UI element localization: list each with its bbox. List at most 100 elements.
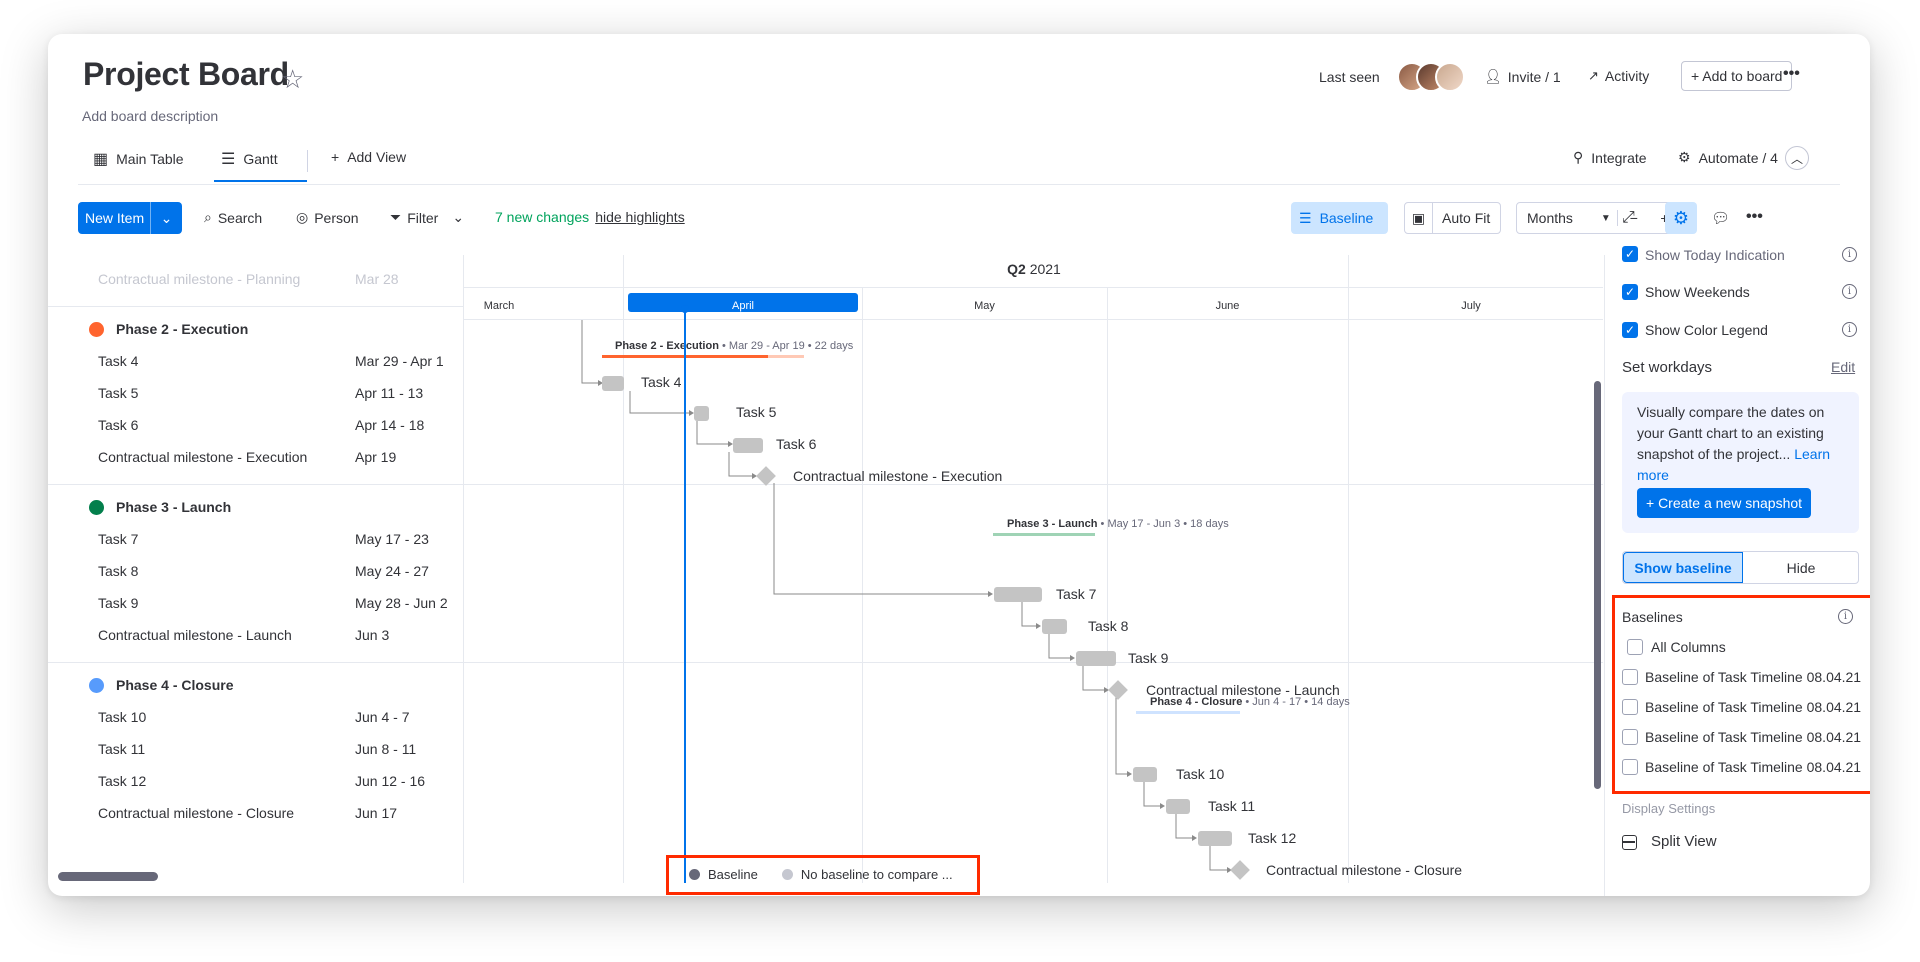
new-item-button[interactable]: New Item ⌄ (78, 202, 182, 234)
task-bar[interactable] (1198, 831, 1232, 846)
show-color-legend-checkbox[interactable]: ✓ (1622, 322, 1638, 338)
list-item[interactable]: Contractual milestone - Execution (98, 449, 307, 465)
header-divider (78, 184, 1840, 185)
list-item[interactable]: Task 5 (98, 385, 138, 401)
avatar[interactable] (1435, 62, 1465, 92)
today-marker (681, 305, 689, 313)
baseline-info-card: Visually compare the dates on your Gantt… (1622, 392, 1859, 533)
info-icon[interactable]: i (1842, 284, 1857, 299)
group-color-dot (89, 321, 104, 337)
edit-workdays-link[interactable]: Edit (1831, 359, 1855, 375)
collapse-icon[interactable]: ︿ (1785, 146, 1809, 170)
task-bar-label: Task 8 (1088, 618, 1129, 634)
activity-button[interactable]: ↗ Activity (1588, 68, 1649, 84)
fullscreen-icon[interactable]: ⤢ (1622, 209, 1635, 227)
zoom-control: Months ▼ − + (1516, 202, 1680, 234)
create-snapshot-button[interactable]: + Create a new snapshot (1637, 488, 1812, 518)
task-bar[interactable] (1166, 799, 1190, 814)
vertical-scrollbar[interactable] (1594, 381, 1601, 789)
plus-icon: + (331, 149, 340, 165)
baseline-button[interactable]: ☰ Baseline (1291, 202, 1388, 234)
show-baseline-button[interactable]: Show baseline (1623, 552, 1743, 583)
show-weekends-checkbox[interactable]: ✓ (1622, 284, 1638, 300)
info-icon[interactable]: i (1842, 247, 1857, 262)
setting-label: Show Weekends (1645, 284, 1750, 300)
list-item[interactable]: Task 11 (98, 741, 145, 757)
group-name: Phase 2 - Execution (116, 321, 249, 337)
group-header[interactable]: Phase 4 - Closure (89, 677, 234, 693)
task-date: Jun 17 (355, 805, 398, 821)
task-date: Mar 28 (355, 271, 399, 287)
list-item[interactable]: Contractual milestone - Closure (98, 805, 294, 821)
gantt-chart: Q2 2021 March April May June July Phase … (463, 255, 1603, 883)
split-view-button[interactable]: Split View (1651, 833, 1717, 850)
list-item[interactable]: Task 9 (98, 595, 138, 611)
group-header[interactable]: Phase 2 - Execution (89, 321, 248, 337)
setting-label: Show Today Indication (1645, 247, 1785, 263)
board-description[interactable]: Add board description (82, 108, 218, 124)
add-to-board-label: Add to board (1702, 68, 1783, 84)
list-item[interactable]: Task 10 (98, 709, 146, 725)
group-header[interactable]: Phase 3 - Launch (89, 499, 231, 515)
list-item[interactable]: Task 6 (98, 417, 138, 433)
info-icon[interactable]: i (1842, 322, 1857, 337)
filter-button[interactable]: ⏷ Filter ⌄ (390, 209, 464, 226)
setting-label: Show Color Legend (1645, 322, 1768, 338)
task-date: May 24 - 27 (355, 563, 429, 579)
phase-summary: Phase 2 - Execution • Mar 29 - Apr 19 • … (615, 340, 853, 352)
task-bar[interactable] (1042, 619, 1067, 634)
list-item[interactable]: Contractual milestone - Launch (98, 627, 292, 643)
more-options-icon[interactable]: ••• (1746, 208, 1763, 226)
task-bar[interactable] (994, 587, 1042, 602)
baseline-icon: ☰ (1299, 209, 1312, 226)
list-item[interactable]: Task 12 (98, 773, 146, 789)
phase-progress-track (993, 533, 1095, 536)
display-settings-label: Display Settings (1622, 801, 1716, 816)
tab-main-table[interactable]: ▦ Main Table (93, 149, 184, 169)
task-bar[interactable] (1133, 767, 1157, 782)
tab-gantt[interactable]: ☰ Gantt (221, 149, 278, 169)
person-add-icon: 👤︎ (1484, 68, 1502, 84)
person-filter-button[interactable]: ◎ Person (296, 209, 359, 226)
robot-icon: ⚙ (1678, 149, 1691, 165)
hide-baseline-button[interactable]: Hide (1743, 552, 1859, 583)
filter-icon: ⏷ (390, 209, 402, 225)
months-select[interactable]: Months (1517, 210, 1601, 226)
auto-fit-button[interactable]: ▣ Auto Fit (1404, 202, 1501, 234)
hide-highlights-link[interactable]: hide highlights (595, 209, 685, 225)
table-icon: ▦ (93, 151, 109, 168)
add-to-board-button[interactable]: + Add to board (1681, 61, 1793, 91)
task-bar[interactable] (1076, 651, 1116, 666)
trend-icon: ↗ (1588, 68, 1599, 83)
task-date: Jun 3 (355, 627, 390, 643)
list-item[interactable]: Task 8 (98, 563, 138, 579)
chat-icon[interactable]: 💬︎ (1711, 209, 1730, 227)
caret-down-icon[interactable]: ▼ (1601, 213, 1611, 224)
star-icon[interactable]: ☆ (281, 64, 304, 95)
list-item[interactable]: Task 4 (98, 353, 138, 369)
task-bar[interactable] (602, 376, 624, 391)
tab-divider (307, 150, 308, 172)
task-bar-label: Task 5 (736, 404, 777, 420)
task-bar-label: Task 9 (1128, 650, 1169, 666)
task-bar[interactable] (733, 438, 763, 453)
group-name: Phase 4 - Closure (116, 677, 234, 693)
chevron-down-icon[interactable]: ⌄ (150, 202, 182, 234)
settings-panel: ✓ Show Today Indication i ✓ Show Weekend… (1604, 246, 1870, 896)
list-item[interactable]: Task 7 (98, 531, 138, 547)
search-button[interactable]: ⌕ Search (204, 209, 262, 226)
add-view-button[interactable]: + Add View (331, 149, 406, 165)
more-menu-icon[interactable]: ••• (1783, 65, 1800, 83)
horizontal-scrollbar[interactable] (58, 872, 158, 881)
phase-summary-dates: • Mar 29 - Apr 19 • 22 days (718, 340, 854, 352)
phase-summary: Phase 4 - Closure • Jun 4 - 17 • 14 days (1150, 696, 1350, 708)
invite-button[interactable]: 👤︎ Invite / 1 (1484, 68, 1561, 85)
automate-button[interactable]: ⚙ Automate / 4 (1678, 149, 1778, 166)
show-today-checkbox[interactable]: ✓ (1622, 246, 1638, 262)
phase-summary: Phase 3 - Launch • May 17 - Jun 3 • 18 d… (1007, 518, 1229, 530)
gear-icon[interactable]: ⚙ (1665, 202, 1697, 234)
phase-summary-dates: • Jun 4 - 17 • 14 days (1242, 696, 1350, 708)
task-date: May 17 - 23 (355, 531, 429, 547)
integrate-button[interactable]: ⚲ Integrate (1573, 149, 1647, 166)
task-bar[interactable] (694, 406, 709, 421)
